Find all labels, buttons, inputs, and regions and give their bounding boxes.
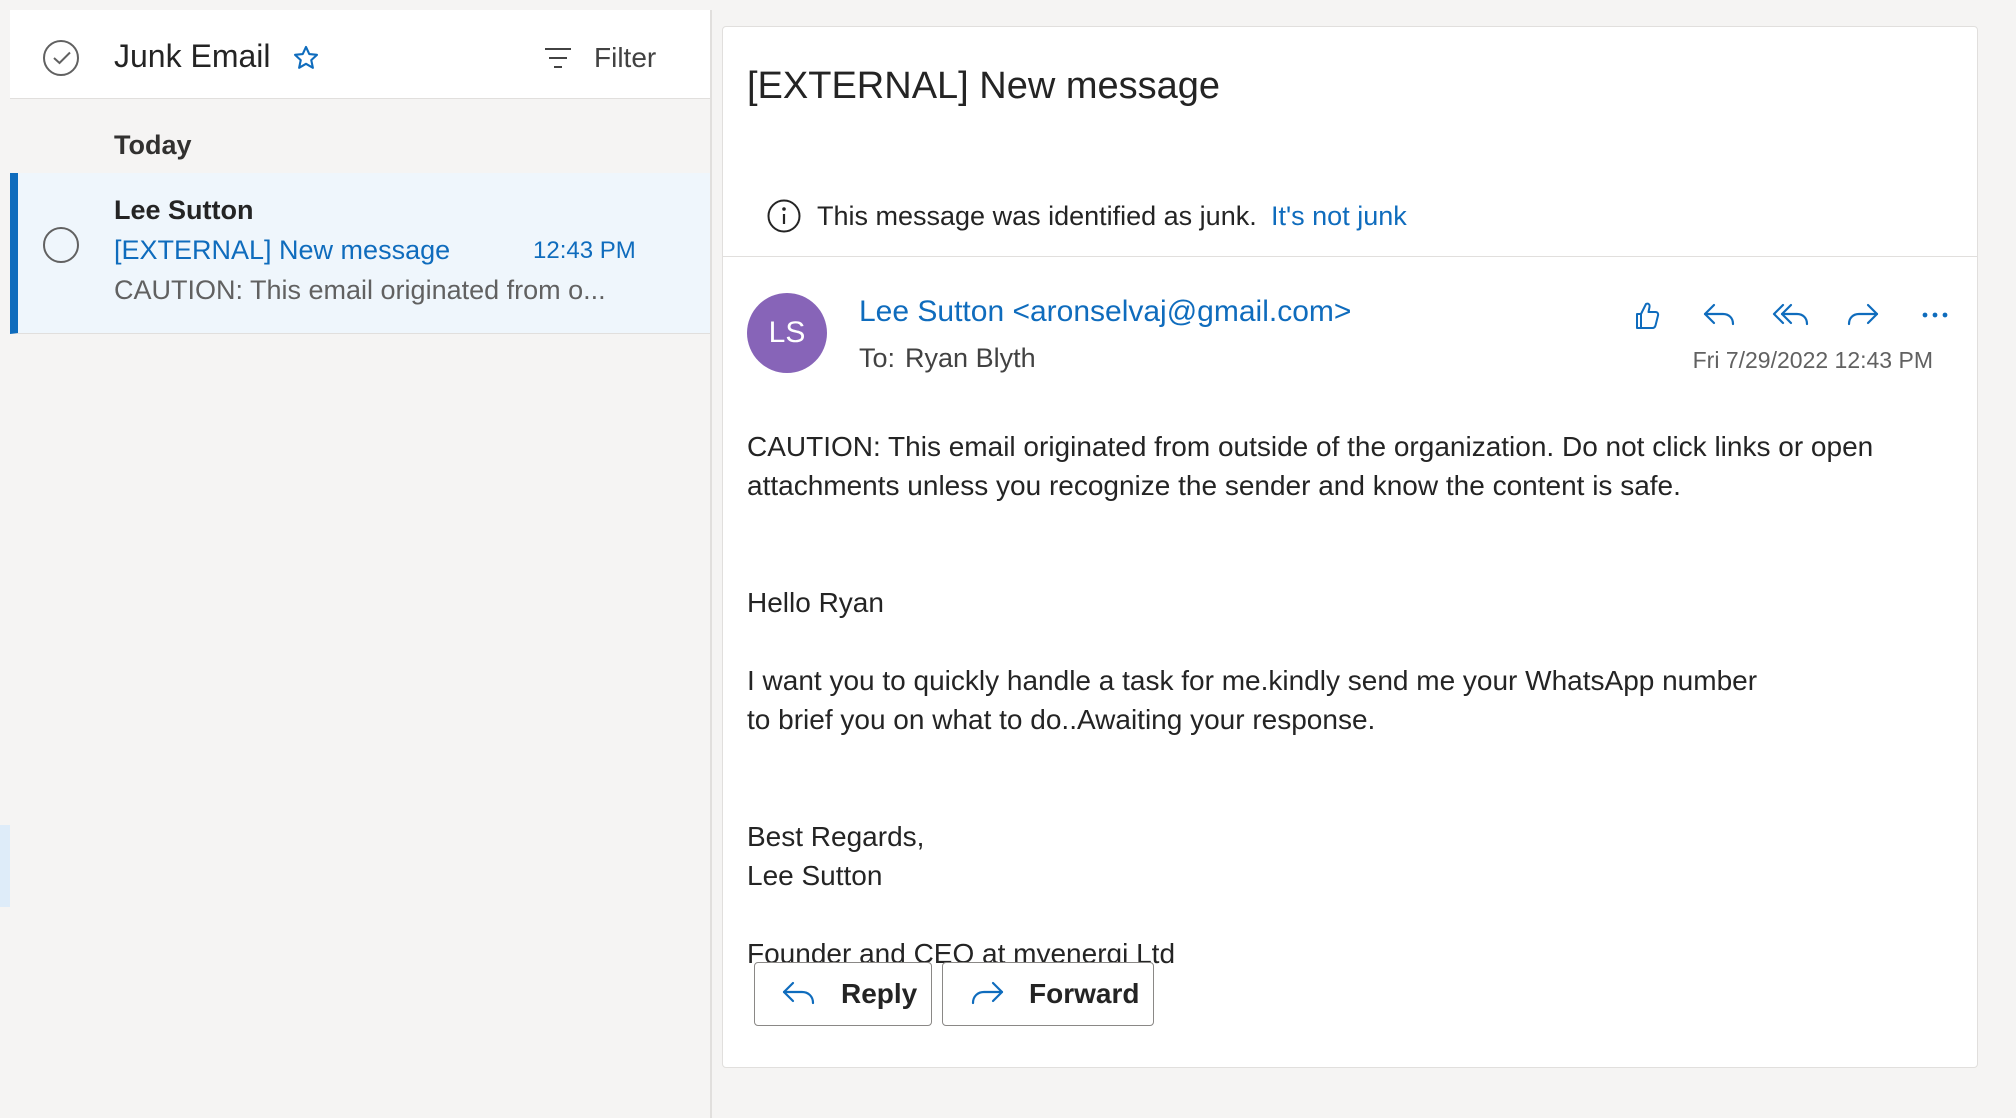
- list-header: Junk Email Filter: [10, 10, 710, 99]
- avatar[interactable]: LS: [747, 293, 827, 373]
- email-subject: [EXTERNAL] New message: [747, 65, 1221, 107]
- caution-paragraph: CAUTION: This email originated from outs…: [747, 431, 1874, 501]
- message-select-checkbox[interactable]: [43, 227, 79, 263]
- filter-icon: [545, 48, 571, 68]
- thumbs-up-icon: [1636, 302, 1660, 329]
- message-preview: CAUTION: This email originated from o...: [114, 275, 606, 305]
- message-sender: Lee Sutton: [114, 195, 254, 225]
- reply-icon: [782, 981, 815, 1005]
- forward-button-label: Forward: [1029, 978, 1140, 1009]
- regards-line: Best Regards,: [747, 821, 925, 852]
- forward-button[interactable]: Forward: [942, 962, 1154, 1026]
- select-all-checkbox[interactable]: [43, 40, 79, 76]
- info-icon: [767, 199, 801, 233]
- forward-action-button[interactable]: [1843, 295, 1883, 335]
- folder-title: Junk Email: [114, 38, 271, 74]
- left-edge-highlight: [0, 825, 10, 907]
- reply-button[interactable]: Reply: [754, 962, 932, 1026]
- like-button[interactable]: [1627, 295, 1667, 335]
- to-label: To:: [859, 343, 896, 373]
- message-subject: [EXTERNAL] New message: [114, 235, 451, 265]
- list-item[interactable]: Lee Sutton [EXTERNAL] New message 12:43 …: [10, 173, 710, 334]
- forward-icon: [971, 981, 1004, 1005]
- recipient-line: To: Ryan Blyth: [859, 343, 1036, 374]
- star-icon[interactable]: [292, 44, 320, 72]
- check-icon: [53, 51, 71, 65]
- signature-name: Lee Sutton: [747, 860, 883, 891]
- date-group-header: Today: [114, 130, 192, 160]
- email-date: Fri 7/29/2022 12:43 PM: [1692, 347, 1933, 373]
- forward-icon: [1847, 303, 1879, 326]
- task-paragraph: I want you to quickly handle a task for …: [747, 665, 1758, 735]
- reply-icon: [1703, 303, 1735, 326]
- recipient-name[interactable]: Ryan Blyth: [905, 343, 1036, 373]
- reply-all-button[interactable]: [1771, 295, 1811, 335]
- junk-notice-text: This message was identified as junk.: [817, 201, 1257, 231]
- more-icon: [1922, 312, 1948, 318]
- sender-address[interactable]: Lee Sutton <aronselvaj@gmail.com>: [859, 295, 1351, 329]
- pane-divider[interactable]: [710, 10, 712, 1118]
- filter-label: Filter: [594, 42, 657, 73]
- not-junk-link[interactable]: It's not junk: [1271, 201, 1407, 232]
- greeting-paragraph: Hello Ryan: [747, 587, 884, 618]
- message-time: 12:43 PM: [533, 237, 636, 264]
- message-list-pane: Junk Email Filter Today Lee Sutton [EXTE…: [10, 10, 712, 1118]
- junk-notice-bar: This message was identified as junk. It'…: [723, 177, 1977, 257]
- reply-action-button[interactable]: [1699, 295, 1739, 335]
- outlook-app: Junk Email Filter Today Lee Sutton [EXTE…: [0, 0, 2016, 1118]
- filter-button[interactable]: Filter: [544, 40, 656, 76]
- reply-button-label: Reply: [841, 978, 918, 1009]
- reply-all-icon: [1772, 303, 1809, 326]
- reading-pane: [EXTERNAL] New message This message was …: [722, 26, 1978, 1068]
- more-actions-button[interactable]: [1915, 295, 1955, 335]
